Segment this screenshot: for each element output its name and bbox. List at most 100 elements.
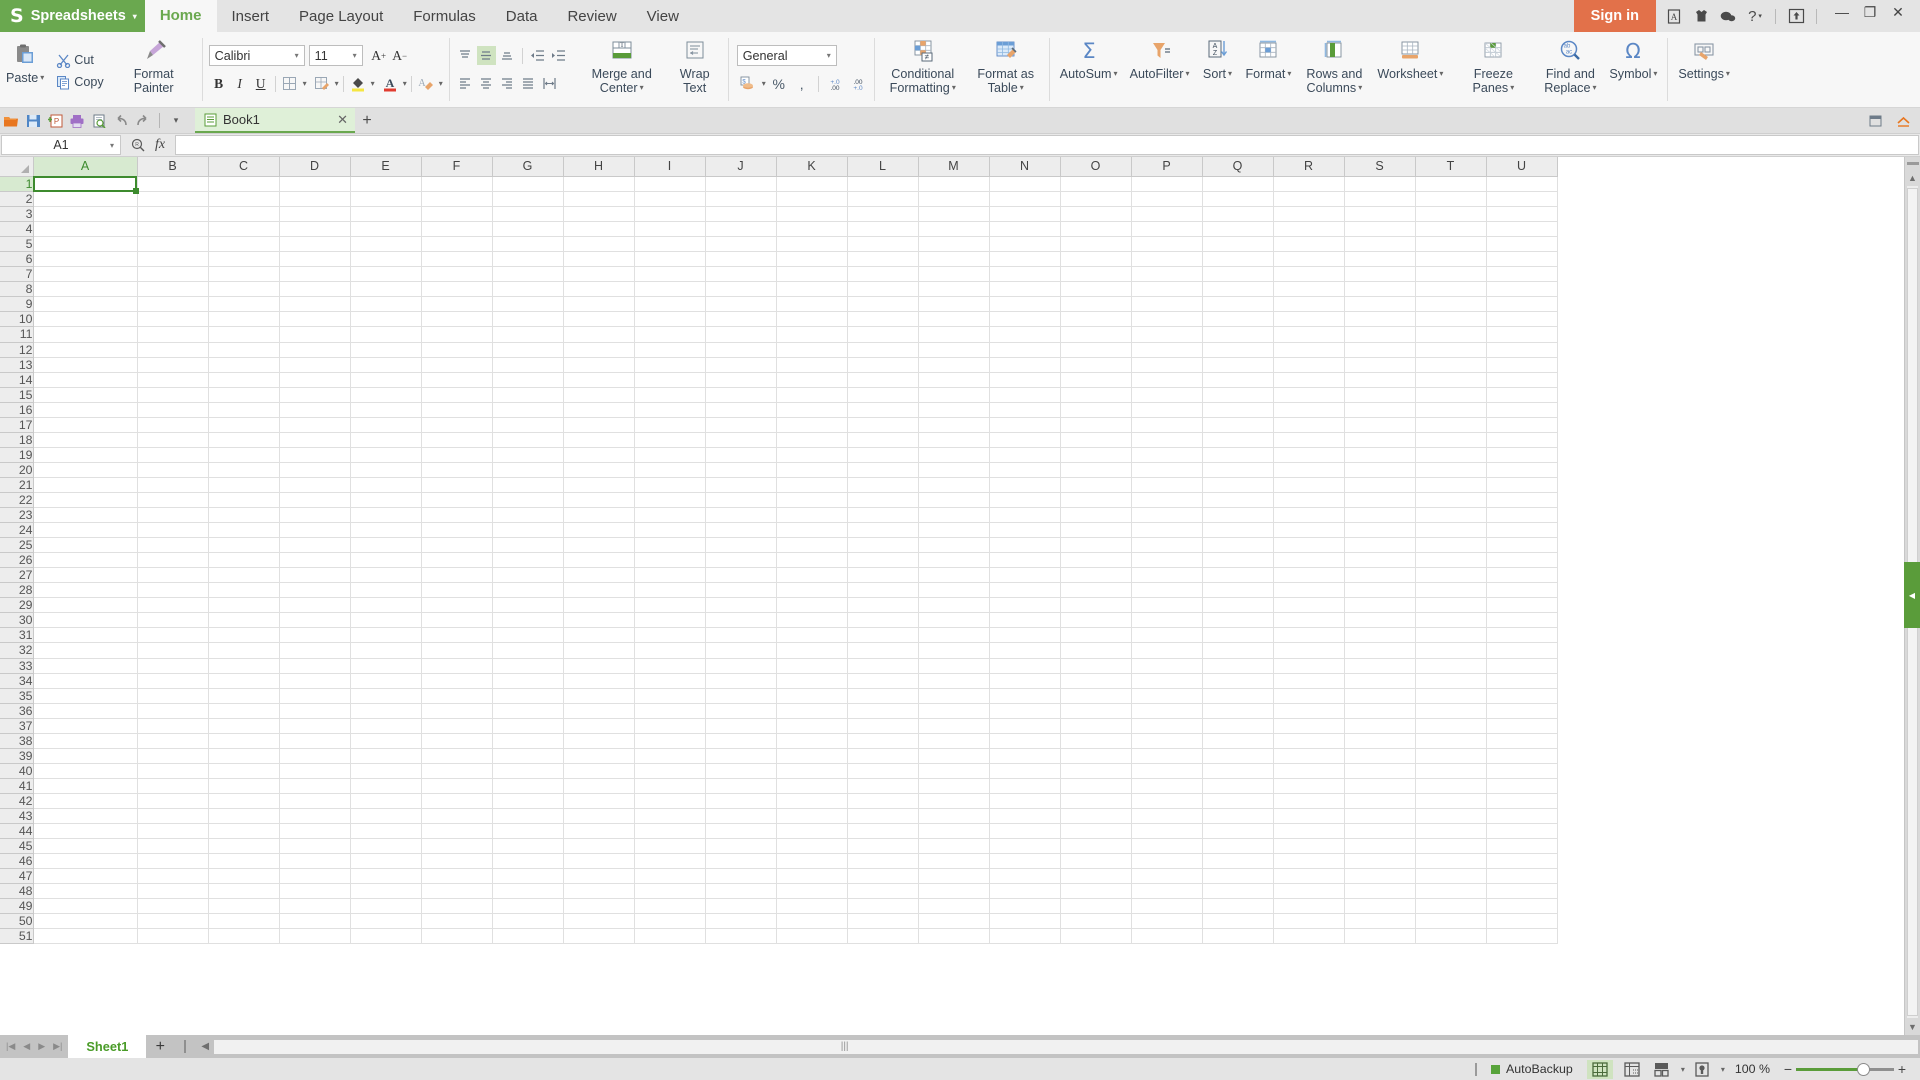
cell-U2[interactable] [1486,191,1558,208]
cell-C6[interactable] [208,251,280,268]
row-header-48[interactable]: 48 [0,883,34,900]
cell-B8[interactable] [137,281,209,298]
cell-L49[interactable] [847,898,919,915]
cell-S49[interactable] [1344,898,1416,915]
cell-N38[interactable] [989,733,1061,749]
cell-P50[interactable] [1131,913,1203,930]
cell-U24[interactable] [1486,522,1558,539]
cell-O22[interactable] [1060,492,1132,509]
cell-N40[interactable] [989,763,1061,779]
cell-Q50[interactable] [1202,913,1274,930]
cell-B3[interactable] [137,206,209,223]
cell-G11[interactable] [492,326,564,343]
cell-M11[interactable] [918,326,990,343]
cell-K50[interactable] [776,913,848,930]
cell-I13[interactable] [634,357,706,373]
cell-F15[interactable] [421,387,493,403]
cell-A14[interactable] [33,372,138,388]
cell-O40[interactable] [1060,763,1132,779]
cell-C15[interactable] [208,387,280,403]
cell-J28[interactable] [705,582,777,599]
row-header-43[interactable]: 43 [0,808,34,825]
cell-T3[interactable] [1415,206,1487,223]
cell-I45[interactable] [634,838,706,855]
cell-S35[interactable] [1344,688,1416,704]
cell-F14[interactable] [421,372,493,388]
cell-R36[interactable] [1273,703,1345,719]
cell-D39[interactable] [279,748,351,764]
cell-G29[interactable] [492,597,564,614]
cell-R26[interactable] [1273,552,1345,569]
cell-K49[interactable] [776,898,848,915]
cell-L23[interactable] [847,507,919,524]
cell-I49[interactable] [634,898,706,915]
cell-H23[interactable] [563,507,635,524]
cell-J40[interactable] [705,763,777,779]
cell-T15[interactable] [1415,387,1487,403]
cell-I51[interactable] [634,928,706,945]
cell-K23[interactable] [776,507,848,524]
cell-G46[interactable] [492,853,564,870]
row-header-17[interactable]: 17 [0,417,34,433]
row-header-30[interactable]: 30 [0,612,34,629]
cell-T46[interactable] [1415,853,1487,870]
cell-D42[interactable] [279,793,351,809]
reading-mode-button[interactable] [1691,1060,1713,1079]
cell-L43[interactable] [847,808,919,825]
cell-H30[interactable] [563,612,635,629]
cell-R37[interactable] [1273,718,1345,734]
row-header-21[interactable]: 21 [0,477,34,493]
cell-D48[interactable] [279,883,351,900]
cell-K25[interactable] [776,537,848,554]
cell-I41[interactable] [634,778,706,794]
cell-C30[interactable] [208,612,280,629]
cell-G27[interactable] [492,567,564,584]
cell-U1[interactable] [1486,176,1558,193]
cell-M26[interactable] [918,552,990,569]
cell-U41[interactable] [1486,778,1558,794]
cell-I4[interactable] [634,221,706,238]
cell-I28[interactable] [634,582,706,599]
cell-B42[interactable] [137,793,209,809]
cell-G49[interactable] [492,898,564,915]
cell-N49[interactable] [989,898,1061,915]
cell-R46[interactable] [1273,853,1345,870]
cell-S43[interactable] [1344,808,1416,825]
row-header-14[interactable]: 14 [0,372,34,388]
cell-T38[interactable] [1415,733,1487,749]
cell-G12[interactable] [492,342,564,358]
cell-L22[interactable] [847,492,919,509]
cell-Q27[interactable] [1202,567,1274,584]
column-header-n[interactable]: N [989,157,1061,177]
cell-N41[interactable] [989,778,1061,794]
cell-C23[interactable] [208,507,280,524]
cell-M48[interactable] [918,883,990,900]
cell-P44[interactable] [1131,823,1203,840]
cell-T9[interactable] [1415,296,1487,313]
cell-E43[interactable] [350,808,422,825]
cell-F48[interactable] [421,883,493,900]
cell-H43[interactable] [563,808,635,825]
cell-Q12[interactable] [1202,342,1274,358]
cell-A39[interactable] [33,748,138,764]
cell-A2[interactable] [33,191,138,208]
cell-T51[interactable] [1415,928,1487,945]
cell-A4[interactable] [33,221,138,238]
cell-I34[interactable] [634,673,706,689]
cell-D12[interactable] [279,342,351,358]
cell-G51[interactable] [492,928,564,945]
cell-D34[interactable] [279,673,351,689]
cell-U20[interactable] [1486,462,1558,478]
cell-N36[interactable] [989,703,1061,719]
cell-E30[interactable] [350,612,422,629]
cell-O7[interactable] [1060,266,1132,283]
cell-P37[interactable] [1131,718,1203,734]
cell-H9[interactable] [563,296,635,313]
cell-D30[interactable] [279,612,351,629]
cell-U36[interactable] [1486,703,1558,719]
cell-D2[interactable] [279,191,351,208]
cell-E29[interactable] [350,597,422,614]
cell-B40[interactable] [137,763,209,779]
cell-T18[interactable] [1415,432,1487,448]
magnifier-icon[interactable]: R [131,138,145,152]
